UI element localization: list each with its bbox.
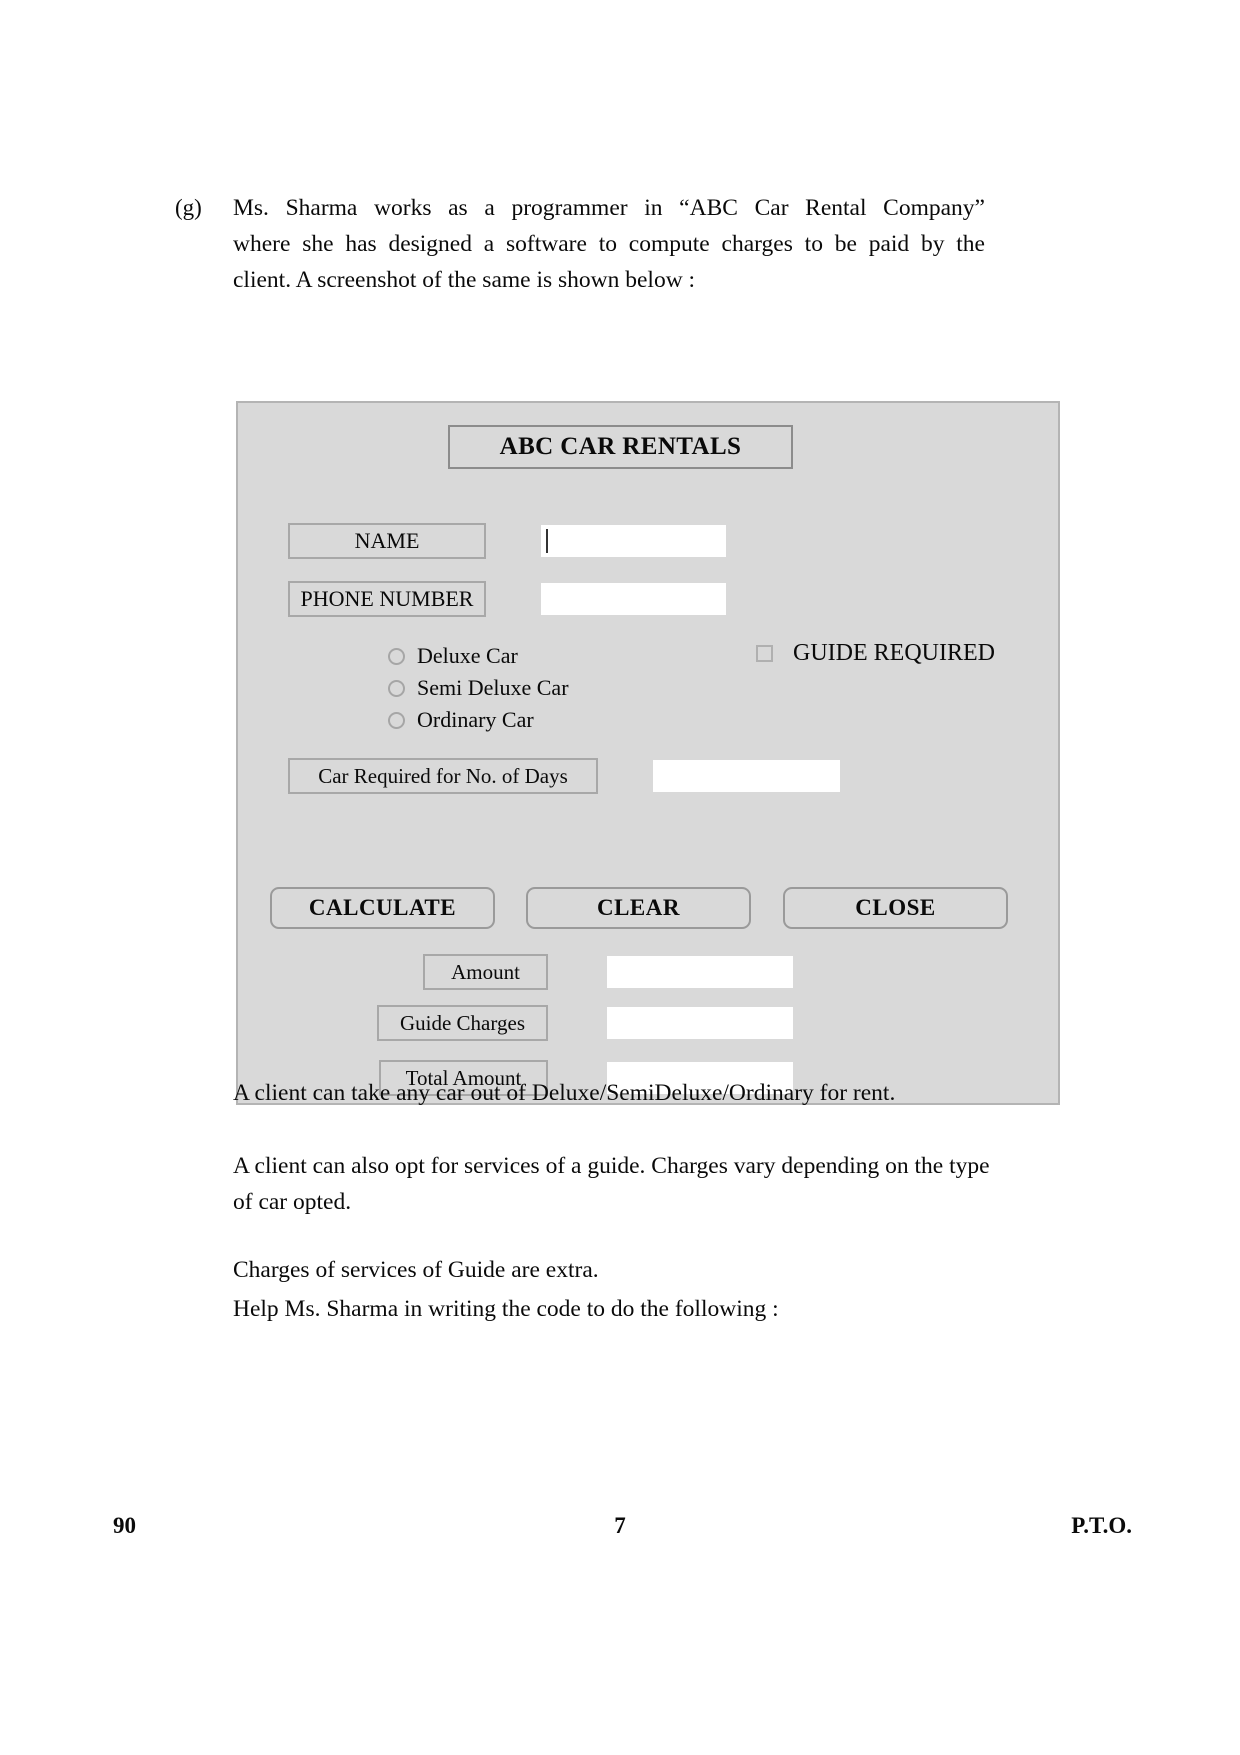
phone-number-label: PHONE NUMBER xyxy=(288,581,486,617)
question-line-1: Ms. Sharma works as a programmer in “ABC… xyxy=(233,195,985,221)
note-paragraph-4: Help Ms. Sharma in writing the code to d… xyxy=(233,1296,779,1322)
radio-label-deluxe: Deluxe Car xyxy=(417,643,518,668)
text-caret xyxy=(546,529,548,553)
question-marker: (g) xyxy=(175,195,202,220)
note-paragraph-3: Charges of services of Guide are extra. xyxy=(233,1257,599,1283)
form-screenshot-panel: ABC CAR RENTALS NAME PHONE NUMBER Deluxe… xyxy=(236,401,1060,1105)
footer-page-number: 7 xyxy=(614,1513,626,1538)
amount-output[interactable] xyxy=(607,956,793,988)
calculate-button[interactable]: CALCULATE xyxy=(270,887,495,929)
radio-circle-icon xyxy=(388,711,405,729)
radio-option-ordinary[interactable]: Ordinary Car xyxy=(388,707,534,733)
clear-button[interactable]: CLEAR xyxy=(526,887,751,929)
note-paragraph-1: A client can take any car out of Deluxe/… xyxy=(233,1080,896,1106)
radio-label-ordinary: Ordinary Car xyxy=(417,707,534,732)
guide-charges-label: Guide Charges xyxy=(377,1005,548,1041)
radio-option-deluxe[interactable]: Deluxe Car xyxy=(388,643,518,669)
guide-required-checkbox-row[interactable]: GUIDE REQUIRED xyxy=(756,640,995,667)
question-line-3: client. A screenshot of the same is show… xyxy=(233,267,696,293)
radio-circle-icon xyxy=(388,647,405,665)
amount-label: Amount xyxy=(423,954,548,990)
days-input[interactable] xyxy=(653,760,840,792)
note-paragraph-2-line-1: A client can also opt for services of a … xyxy=(233,1153,909,1179)
note-paragraph-2: A client can also opt for services of a … xyxy=(233,1148,993,1220)
name-label: NAME xyxy=(288,523,486,559)
form-title: ABC CAR RENTALS xyxy=(448,425,793,469)
question-line-2: where she has designed a software to com… xyxy=(233,231,985,257)
checkbox-icon[interactable] xyxy=(756,645,773,662)
name-input[interactable] xyxy=(541,525,726,557)
phone-number-input[interactable] xyxy=(541,583,726,615)
close-button[interactable]: CLOSE xyxy=(783,887,1008,929)
guide-required-label: GUIDE REQUIRED xyxy=(793,640,995,666)
footer-pto: P.T.O. xyxy=(1071,1513,1132,1538)
radio-label-semi-deluxe: Semi Deluxe Car xyxy=(417,675,569,700)
question-block: (g) Ms. Sharma works as a programmer in … xyxy=(175,190,985,298)
question-text: Ms. Sharma works as a programmer in “ABC… xyxy=(233,190,985,298)
guide-charges-output[interactable] xyxy=(607,1007,793,1039)
radio-option-semi-deluxe[interactable]: Semi Deluxe Car xyxy=(388,675,569,701)
days-label: Car Required for No. of Days xyxy=(288,758,598,794)
radio-circle-icon xyxy=(388,679,405,697)
